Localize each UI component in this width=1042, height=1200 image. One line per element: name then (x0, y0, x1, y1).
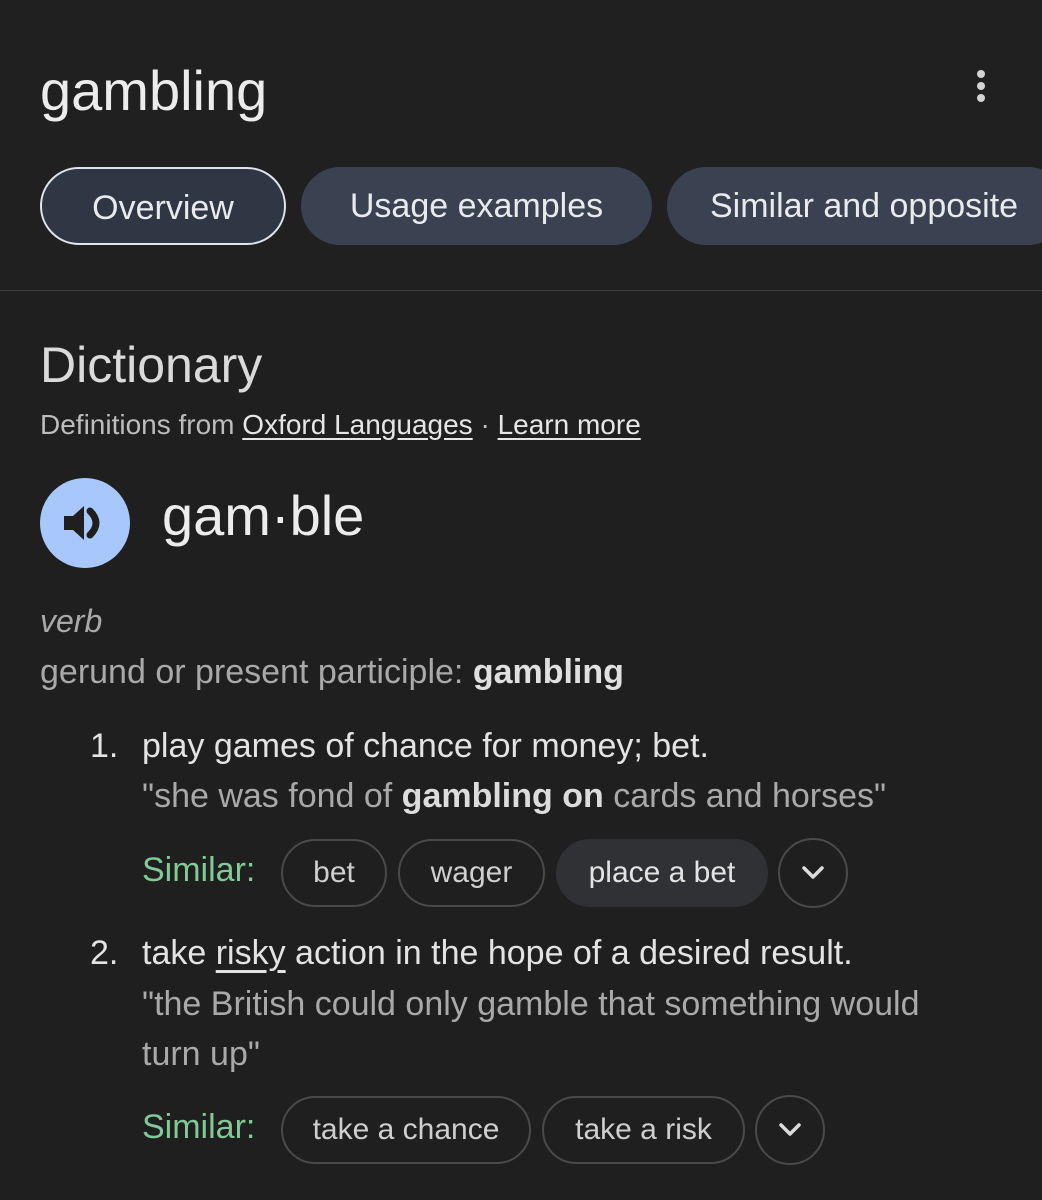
expand-similar-button[interactable] (755, 1095, 825, 1165)
volume-up-icon (64, 506, 100, 540)
search-header: gambling Overview Usage examples Similar… (0, 0, 1042, 291)
similar-chip-wager[interactable]: wager (398, 839, 545, 907)
source-prefix: Definitions from (40, 409, 243, 440)
example-highlight: gambling on (401, 777, 604, 815)
inflection-value: gambling (472, 653, 624, 691)
definition-text: action in the hope of a desired result. (285, 934, 853, 972)
part-of-speech: verb (40, 603, 103, 639)
inflection: gerund or present participle: gambling (40, 653, 624, 692)
example-text: cards and horses" (603, 777, 887, 815)
inflection-label: gerund or present participle: (40, 653, 473, 691)
tab-overview[interactable]: Overview (40, 167, 286, 245)
similar-chip-take-a-risk[interactable]: take a risk (542, 1096, 745, 1164)
sense-number: 1. (90, 727, 119, 765)
tab-similar-and-opposite[interactable]: Similar and opposite (667, 167, 1042, 245)
sense-number: 2. (90, 934, 119, 972)
source-separator: · (472, 409, 498, 440)
similar-chip-take-a-chance[interactable]: take a chance (281, 1096, 531, 1164)
risky-link[interactable]: risky (216, 934, 286, 972)
learn-more-link[interactable]: Learn more (498, 409, 641, 440)
sense-example: "she was fond of gambling on cards and h… (142, 771, 982, 821)
chevron-down-icon (802, 866, 824, 879)
sense-definition: take risky action in the hope of a desir… (142, 934, 853, 973)
pronunciation-button[interactable] (40, 478, 130, 568)
source-line: Definitions from Oxford Languages · Lear… (40, 409, 641, 441)
oxford-languages-link[interactable]: Oxford Languages (242, 409, 472, 440)
example-text: "she was fond of (142, 777, 402, 815)
similar-chip-place-a-bet[interactable]: place a bet (556, 839, 768, 907)
similar-label: Similar: (142, 1108, 256, 1146)
tab-usage-examples[interactable]: Usage examples (301, 167, 652, 245)
sense-example: "the British could only gamble that some… (142, 985, 920, 1073)
definition-text: take (142, 934, 216, 972)
query-title: gambling (40, 59, 268, 122)
similar-label: Similar: (142, 851, 256, 889)
section-title: Dictionary (40, 337, 263, 393)
similar-chip-bet[interactable]: bet (281, 839, 387, 907)
headword: gam·ble (162, 484, 365, 547)
chevron-down-icon (779, 1123, 801, 1136)
more-options-icon[interactable] (968, 70, 994, 106)
expand-similar-button[interactable] (778, 838, 848, 908)
sense-definition: play games of chance for money; bet. (142, 727, 709, 765)
